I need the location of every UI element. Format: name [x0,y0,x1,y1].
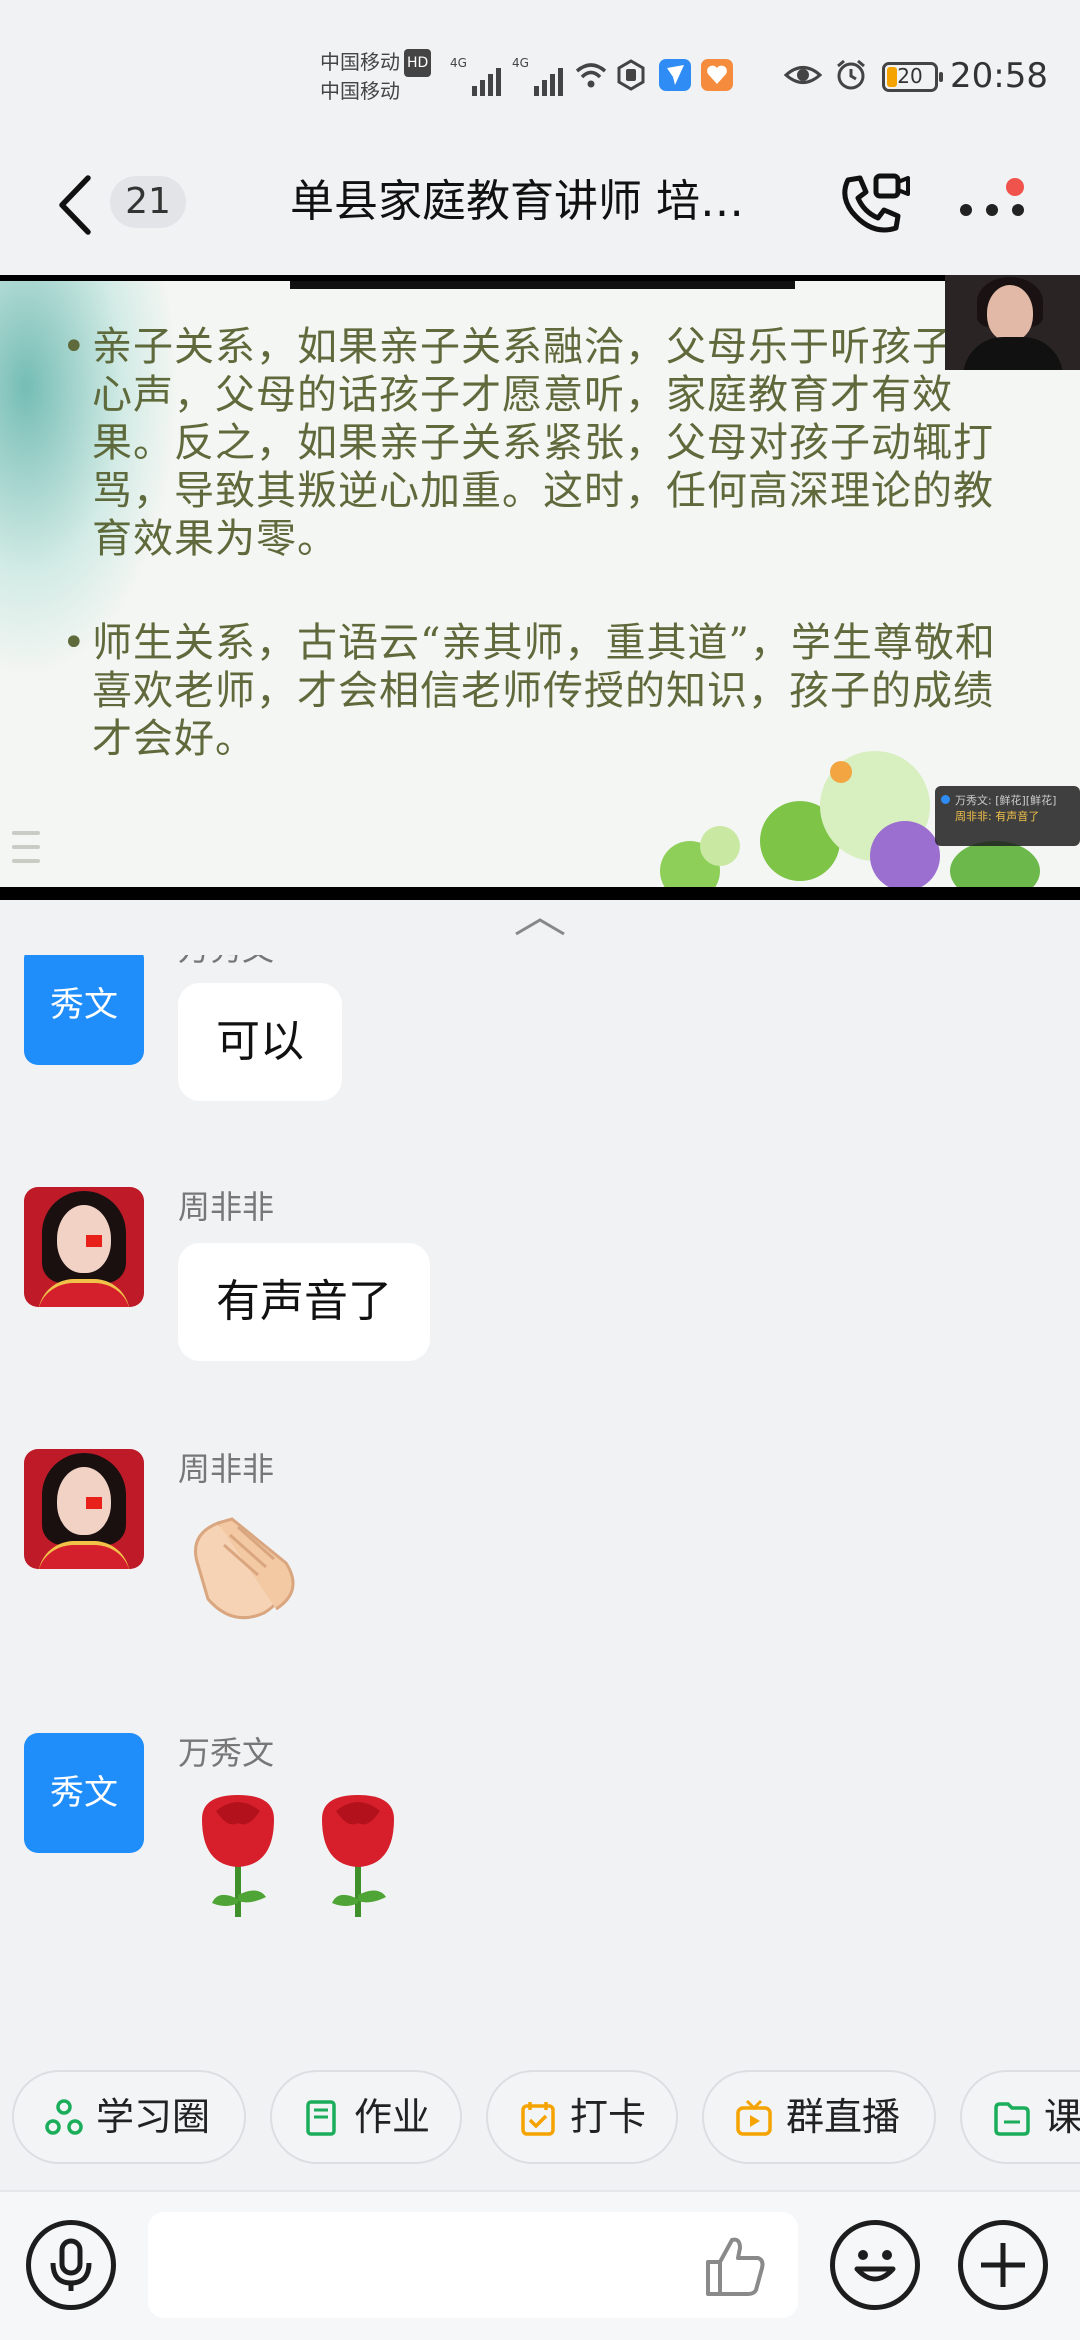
chat-title: 单县家庭教育讲师 培… [290,176,744,227]
avatar[interactable] [24,1187,144,1307]
signal-icon: 4G [512,56,563,96]
battery-level: 20 [897,64,923,88]
signal-icon: 4G [450,56,501,96]
more-icon[interactable] [952,166,1032,246]
message-bubble[interactable]: 有声音了 [178,1243,430,1361]
carrier-1: 中国移动 [320,50,400,74]
avatar[interactable] [24,1449,144,1569]
sender-name: 万秀文 [178,1734,275,1772]
message-list[interactable]: 秀文 万秀文 可以 周非非 有声音了 周非非 秀文 万秀文 [0,955,1080,2070]
study-circle-icon [45,2099,83,2135]
app-chip-homework[interactable]: 作业 [270,2070,462,2164]
clapping-hands-emoji[interactable] [178,1505,318,1629]
collapse-chevron-icon[interactable] [510,912,570,942]
homework-book-icon [306,2100,336,2136]
rose-emoji-message[interactable] [178,1789,418,1933]
live-stream-player[interactable]: • 亲子关系，如果亲子关系融洽，父母乐于听孩子的心声，父母的话孩子才愿意听，家庭教… [0,275,1080,900]
rose-icon [202,1795,394,1917]
carrier-2: 中国移动 [320,79,400,103]
emoji-button[interactable] [830,2220,920,2310]
battery-icon: 20 [882,62,943,92]
notification-dot [1006,178,1024,196]
group-apps-strip[interactable]: 学习圈 作业 打卡 群直播 课 [0,2070,1080,2190]
thumbs-up-icon[interactable] [700,2232,770,2302]
video-call-icon[interactable] [832,166,912,246]
app-chip-check-in[interactable]: 打卡 [486,2070,678,2164]
group-live-tv-icon [736,2099,772,2136]
clock: 20:58 [950,56,1048,96]
eye-icon [784,66,822,84]
app-chip-group-live[interactable]: 群直播 [702,2070,936,2164]
avatar[interactable]: 秀文 [24,1733,144,1853]
alarm-icon [837,59,865,90]
hexagon-icon [617,59,645,91]
message-bubble[interactable]: 可以 [178,983,342,1101]
message-input-bar [0,2190,1080,2340]
plus-button[interactable] [958,2220,1048,2310]
slide-side-control [12,821,40,881]
status-bar: 中国移动 HD 中国移动 4G 4G 20 20:58 [0,0,1080,150]
app-chip-study-circle[interactable]: 学习圈 [12,2070,246,2164]
danmu-overlay: 万秀文: [鲜花][鲜花] 周非非: 有声音了 [935,786,1080,846]
voice-input-button[interactable] [26,2220,116,2310]
sender-name: 周非非 [178,1188,275,1226]
microphone-icon [50,2238,92,2291]
slide-bullet-1: • 亲子关系，如果亲子关系融洽，父母乐于听孩子的心声，父母的话孩子才愿意听，家庭教… [62,324,994,562]
wifi-icon [575,63,607,88]
clapping-hands-icon [194,1517,295,1620]
back-chevron-icon[interactable] [50,170,100,240]
emoji-icon [854,2250,896,2282]
sender-name: 周非非 [178,1450,275,1488]
check-in-calendar-icon [521,2102,555,2136]
chat-header: 21 单县家庭教育讲师 培… [0,150,1080,275]
presentation-slide: • 亲子关系，如果亲子关系融洽，父母乐于听孩子的心声，父母的话孩子才愿意听，家庭教… [0,281,1080,887]
course-folder-icon [994,2102,1030,2136]
speaker-camera-thumbnail[interactable] [945,275,1080,370]
slide-bullet-2: • 师生关系，古语云“亲其师，重其道”，学生尊敬和喜欢老师，才会相信老师传授的知识… [62,620,996,762]
avatar[interactable]: 秀文 [24,955,144,1065]
carrier-info: 中国移动 HD 中国移动 [320,48,432,105]
plus-icon [981,2243,1025,2287]
sender-name: 万秀文 [178,955,274,969]
health-app-icon [701,59,733,91]
hd-badge: HD [404,49,432,77]
unread-count-badge[interactable]: 21 [110,176,186,228]
navigation-icon [659,59,691,91]
app-chip-course[interactable]: 课 [960,2070,1080,2164]
